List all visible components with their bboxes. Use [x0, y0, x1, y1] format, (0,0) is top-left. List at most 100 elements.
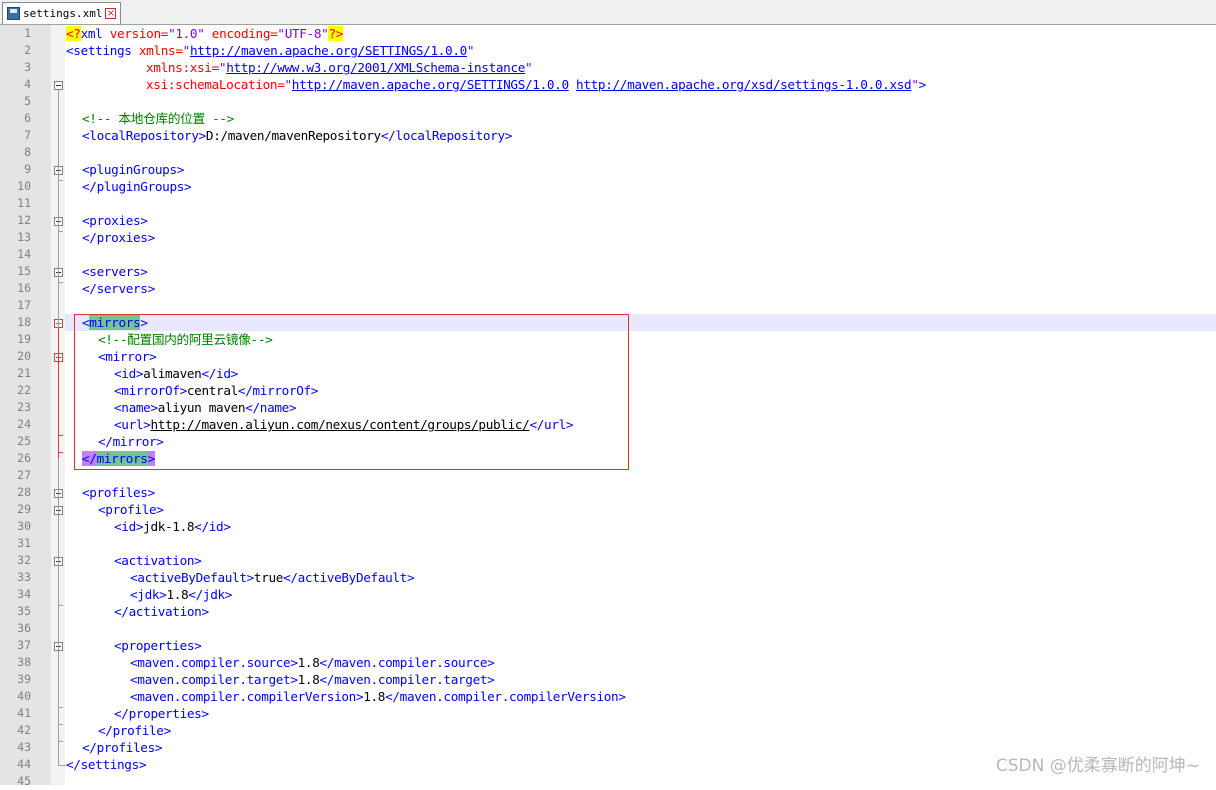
xml-url-link[interactable]: http://maven.apache.org/SETTINGS/1.0.0 [190, 43, 467, 58]
code-line: </profile> [98, 722, 171, 739]
xml-url-link[interactable]: http://maven.apache.org/xsd/settings-1.0… [576, 77, 912, 92]
xml-attr: xmlns:xsi= [146, 60, 219, 75]
line-number: 19 [17, 332, 31, 346]
xml-pi-close: ?> [328, 26, 344, 41]
line-number: 10 [17, 179, 31, 193]
xml-tag: </activation> [114, 604, 209, 619]
xml-comment: <!-- 本地仓库的位置 --> [82, 111, 234, 126]
xml-quote: " [911, 77, 919, 92]
xml-tag: </profiles> [82, 740, 163, 755]
code-line: <activeByDefault>true</activeByDefault> [130, 569, 415, 586]
fold-end [58, 435, 63, 436]
line-number: 26 [17, 451, 31, 465]
line-number: 5 [24, 94, 31, 108]
xml-attr: xsi:schemaLocation= [146, 77, 285, 92]
xml-tag: </profile> [98, 723, 171, 738]
line-number: 22 [17, 383, 31, 397]
xml-tag: <profiles> [82, 485, 155, 500]
line-number: 39 [17, 672, 31, 686]
code-editor[interactable]: 1 2 3 4 5 6 7 8 9 10 11 12 13 14 15 16 1… [0, 25, 1216, 788]
line-number: 13 [17, 230, 31, 244]
fold-end [58, 231, 63, 232]
close-icon[interactable]: × [105, 8, 117, 19]
xml-tag: <servers> [82, 264, 148, 279]
line-number: 43 [17, 740, 31, 754]
xml-url-link[interactable]: http://www.w3.org/2001/XMLSchema-instanc… [226, 60, 525, 75]
xml-text: 1.8 [297, 672, 320, 687]
fold-toggle-icon[interactable] [54, 81, 63, 90]
fold-end [58, 765, 66, 766]
xml-text: 1.8 [297, 655, 320, 670]
xml-tag: <profile> [98, 502, 164, 517]
code-line: <maven.compiler.source>1.8</maven.compil… [130, 654, 495, 671]
line-number: 30 [17, 519, 31, 533]
code-line: <profile> [98, 501, 164, 518]
xml-tag: <maven.compiler.compilerVersion> [130, 689, 364, 704]
line-number: 28 [17, 485, 31, 499]
xml-tag: <id> [114, 519, 144, 534]
xml-tag: </servers> [82, 281, 155, 296]
xml-tag: </proxies> [82, 230, 155, 245]
line-number: 37 [17, 638, 31, 652]
code-line: <activation> [114, 552, 202, 569]
line-number: 32 [17, 553, 31, 567]
code-line: </pluginGroups> [82, 178, 192, 195]
xml-tag: </id> [194, 519, 231, 534]
code-line: <servers> [82, 263, 148, 280]
xml-value: "1.0" [168, 26, 205, 41]
xml-tag: </properties> [114, 706, 209, 721]
fold-end [58, 741, 63, 742]
xml-quote: " [466, 43, 475, 58]
xml-tag: <pluginGroups> [82, 162, 185, 177]
line-number: 1 [24, 26, 31, 40]
code-line: <settings xmlns="http://maven.apache.org… [66, 42, 475, 59]
xml-quote: " [182, 43, 191, 58]
save-icon [7, 7, 20, 20]
code-line: </properties> [114, 705, 209, 722]
code-line: <properties> [114, 637, 202, 654]
xml-tag: <activation> [114, 553, 202, 568]
code-line: </profiles> [82, 739, 163, 756]
xml-tag: <activeByDefault> [130, 570, 254, 585]
xml-tag: </jdk> [188, 587, 233, 602]
line-number: 38 [17, 655, 31, 669]
code-line: <?xml version="1.0" encoding="UTF-8"?> [66, 25, 343, 42]
fold-end [58, 605, 63, 606]
xml-tag: </activeByDefault> [283, 570, 415, 585]
line-number: 29 [17, 502, 31, 516]
xml-tag: </maven.compiler.target> [319, 672, 495, 687]
line-number: 8 [24, 145, 31, 159]
line-number: 17 [17, 298, 31, 312]
code-line: </activation> [114, 603, 209, 620]
xml-value: "UTF-8" [277, 26, 329, 41]
tab-settings-xml[interactable]: settings.xml × [2, 2, 122, 24]
code-line: <pluginGroups> [82, 161, 184, 178]
line-number: 4 [24, 77, 31, 91]
line-number: 31 [17, 536, 31, 550]
xml-text: 1.8 [166, 587, 189, 602]
line-number: 34 [17, 587, 31, 601]
xml-attr: version= [102, 26, 169, 41]
line-number: 25 [17, 434, 31, 448]
xml-tag-end: > [918, 77, 927, 92]
line-number: 11 [17, 196, 31, 210]
code-line: <jdk>1.8</jdk> [130, 586, 232, 603]
line-number: 35 [17, 604, 31, 618]
xml-url-link[interactable]: http://maven.apache.org/SETTINGS/1.0.0 [292, 77, 569, 92]
line-number: 42 [17, 723, 31, 737]
code-line: </proxies> [82, 229, 155, 246]
code-line: <id>jdk-1.8</id> [114, 518, 231, 535]
fold-end [58, 452, 63, 453]
code-line: <proxies> [82, 212, 148, 229]
xml-tag: </maven.compiler.source> [319, 655, 495, 670]
code-line: <maven.compiler.compilerVersion>1.8</mav… [130, 688, 626, 705]
xml-tag: <jdk> [130, 587, 167, 602]
tab-label: settings.xml [23, 7, 103, 20]
line-number: 9 [24, 162, 31, 176]
line-number: 21 [17, 366, 31, 380]
line-number: 3 [24, 60, 31, 74]
xml-attr: xmlns= [131, 43, 183, 58]
xml-tag: </maven.compiler.compilerVersion> [385, 689, 626, 704]
xml-tag: <properties> [114, 638, 202, 653]
annotation-box [74, 314, 629, 470]
